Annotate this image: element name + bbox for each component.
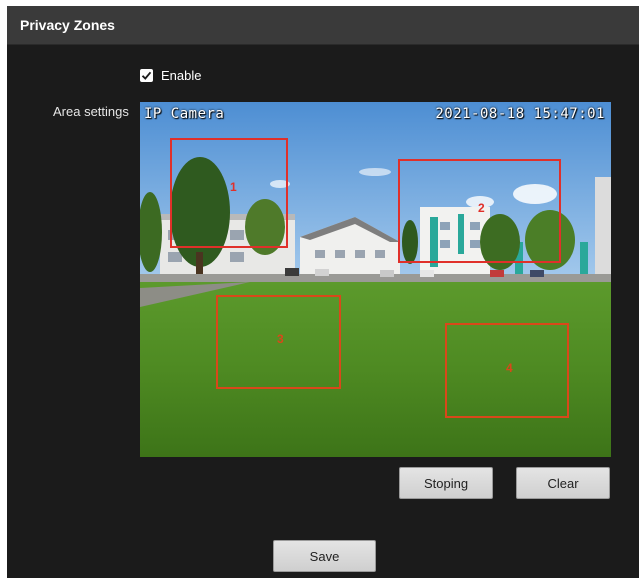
camera-preview[interactable]: IP Camera 2021-08-18 15:47:01 1 2 3 4 — [140, 102, 611, 457]
enable-row: Enable — [140, 66, 201, 84]
osd-timestamp: 2021-08-18 15:47:01 — [435, 106, 605, 122]
privacy-zones-panel: Privacy Zones Enable Area settings IP Ca… — [7, 6, 639, 578]
zone-number-1: 1 — [230, 180, 237, 194]
panel-header: Privacy Zones — [7, 6, 639, 45]
privacy-zone-1[interactable] — [170, 138, 288, 248]
zone-number-4: 4 — [506, 361, 513, 375]
page-title: Privacy Zones — [20, 17, 115, 33]
stop-button[interactable]: Stoping — [399, 467, 493, 499]
enable-label: Enable — [161, 67, 202, 83]
osd-camera-name: IP Camera — [144, 106, 225, 122]
save-button[interactable]: Save — [273, 540, 376, 572]
area-settings-label: Area settings — [53, 104, 129, 119]
enable-checkbox[interactable] — [140, 68, 153, 82]
clear-button[interactable]: Clear — [516, 467, 610, 499]
zone-number-3: 3 — [277, 332, 284, 346]
checkmark-icon — [141, 71, 152, 80]
zone-number-2: 2 — [478, 201, 485, 215]
